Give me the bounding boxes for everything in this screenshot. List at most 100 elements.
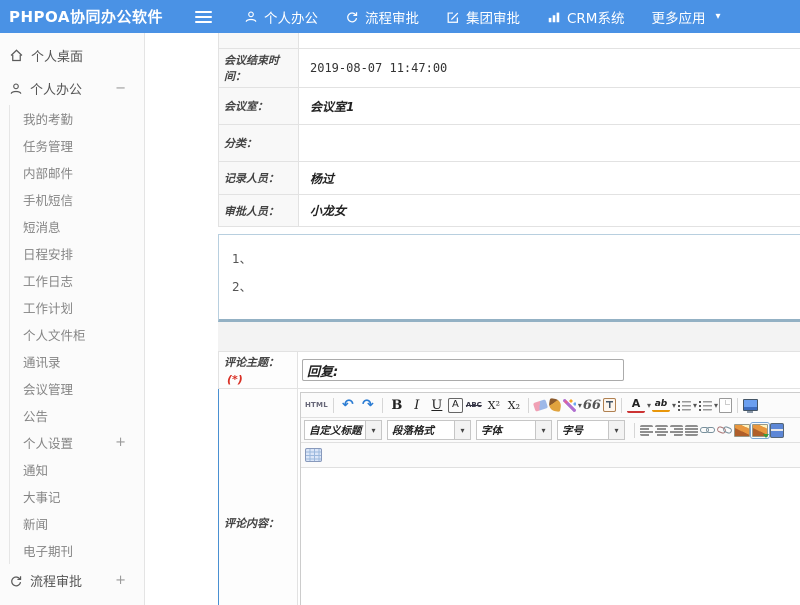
highlight-color-icon[interactable]: ab [652,398,670,412]
chevron-down-icon[interactable]: ▾ [714,401,718,410]
italic-icon[interactable]: I [408,396,426,414]
sidebar-item-label: 工作计划 [23,298,73,317]
sidebar-item-label: 短消息 [23,217,61,236]
sidebar-item-label: 内部邮件 [23,163,73,182]
cycle-icon [9,574,23,588]
comment-subject-input[interactable] [302,359,624,381]
sidebar-item-label: 手机短信 [23,190,73,209]
field-value: 2019-08-07 11:47:00 [299,49,800,87]
paragraph-format-select[interactable]: 段落格式▾ [387,420,471,440]
field-label: 分类： [219,125,299,161]
insert-table-icon[interactable] [305,448,322,462]
underline-icon[interactable]: U [428,396,446,414]
font-size-select[interactable]: 字号▾ [557,420,625,440]
image-icon[interactable] [734,424,750,437]
sidebar-item-label: 个人桌面 [31,46,83,65]
align-left-icon[interactable] [640,425,653,436]
sidebar-item-major-events[interactable]: 大事记 [10,483,144,510]
dropdown-arrow-icon[interactable]: ▾ [454,421,470,439]
unordered-list-icon[interactable] [698,400,712,411]
unlink-icon[interactable] [717,425,732,435]
field-label: 会议室： [219,88,299,124]
chevron-down-icon[interactable]: ▾ [693,401,697,410]
comment-form-table: 评论主题： (*) 评论内容： HTML↶↷BIUAABCX²X₂▾66A▾ab… [218,351,800,605]
comment-content-row: 评论内容： HTML↶↷BIUAABCX²X₂▾66A▾ab▾▾▾ 自定义标题▾… [218,389,800,605]
format-brush-icon[interactable] [548,398,562,412]
nav-group-approval[interactable]: 集团审批 [446,7,520,27]
menu-toggle-icon[interactable] [194,10,214,24]
nav-more-apps[interactable]: 更多应用▾ [651,7,720,27]
sidebar-item-internal-mail[interactable]: 内部邮件 [10,159,144,186]
sidebar-item-short-message[interactable]: 短消息 [10,213,144,240]
dropdown-arrow-icon[interactable]: ▾ [608,421,624,439]
undo-icon[interactable]: ↶ [339,396,357,414]
redo-icon[interactable]: ↷ [359,396,377,414]
nav-crm-system[interactable]: CRM系统 [547,7,624,27]
comment-content-label-cell: 评论内容： [219,389,298,605]
toolbar-separator [737,398,738,413]
paste-text-icon[interactable] [603,398,616,412]
font-color-icon[interactable]: A [627,398,645,413]
align-justify-icon[interactable] [685,425,698,436]
required-mark: (*) [227,373,243,386]
sidebar-item-announcement[interactable]: 公告 [10,402,144,429]
dropdown-arrow-icon[interactable]: ▾ [535,421,551,439]
bold-icon[interactable]: B [388,396,406,414]
nav-personal-office[interactable]: 个人办公 [244,7,318,27]
media-icon[interactable] [770,423,784,438]
expand-icon[interactable]: + [115,435,126,450]
sidebar-item-personal-office[interactable]: 个人办公− [0,72,144,105]
eraser-icon[interactable] [533,399,548,412]
insert-image-icon[interactable] [752,424,768,437]
sidebar-item-work-plan[interactable]: 工作计划 [10,294,144,321]
expand-icon[interactable]: + [115,573,126,588]
toolbar-separator [382,398,383,413]
sidebar-item-personal-files[interactable]: 个人文件柜 [10,321,144,348]
editor-content-area[interactable] [301,468,800,605]
sidebar-item-workflow-approval[interactable]: 流程审批+ [0,564,144,597]
sidebar-item-schedule[interactable]: 日程安排 [10,240,144,267]
sidebar-item-mobile-sms[interactable]: 手机短信 [10,186,144,213]
collapse-icon[interactable]: − [115,81,126,96]
chevron-down-icon[interactable]: ▾ [647,401,651,410]
html-source-icon[interactable]: HTML [305,396,328,414]
sidebar-item-my-attendance[interactable]: 我的考勤 [10,105,144,132]
custom-title-select[interactable]: 自定义标题▾ [304,420,382,440]
superscript-icon[interactable]: X² [485,396,503,414]
editor-toolbar-row-2: 自定义标题▾段落格式▾字体▾字号▾ [301,418,800,443]
font-border-icon[interactable]: A [448,398,463,413]
sidebar-item-personal-desktop[interactable]: 个人桌面 [0,39,144,72]
toolbar-separator [621,398,622,413]
sidebar-item-work-diary[interactable]: 工作日志 [10,267,144,294]
autotypeset-icon[interactable] [563,399,576,412]
subscript-icon[interactable]: X₂ [505,396,523,414]
preview-icon[interactable] [743,399,758,411]
chevron-down-icon[interactable]: ▾ [672,401,676,410]
meeting-detail-table: 会议结束时间：2019-08-07 11:47:00会议室：会议室1分类：记录人… [218,33,800,227]
user-icon [244,10,258,24]
chevron-down-icon[interactable]: ▾ [578,401,582,410]
sidebar-item-e-journal[interactable]: 电子期刊 [10,537,144,564]
font-family-select[interactable]: 字体▾ [476,420,552,440]
nav-item-label: 个人办公 [264,7,318,27]
link-icon[interactable] [700,425,715,435]
strikethrough-icon[interactable]: ABC [465,396,483,414]
meeting-content-line: 1、 [219,245,800,273]
nav-workflow-approval[interactable]: 流程审批 [345,7,419,27]
ordered-list-icon[interactable] [677,400,691,411]
sidebar-item-news[interactable]: 新闻 [10,510,144,537]
sidebar-item-contacts[interactable]: 通讯录 [10,348,144,375]
align-right-icon[interactable] [670,425,683,436]
sidebar-item-meeting-management[interactable]: 会议管理 [10,375,144,402]
sidebar-item-personal-settings[interactable]: 个人设置+ [10,429,144,456]
sidebar-item-task-management[interactable]: 任务管理 [10,132,144,159]
field-label: 记录人员： [219,162,299,194]
dropdown-arrow-icon[interactable]: ▾ [365,421,381,439]
blockquote-icon[interactable]: 66 [583,396,601,414]
align-center-icon[interactable] [655,425,668,436]
sidebar-navigation: 个人桌面个人办公−我的考勤任务管理内部邮件手机短信短消息日程安排工作日志工作计划… [0,33,145,605]
cycle-icon [345,10,359,24]
sidebar-item-notice[interactable]: 通知 [10,456,144,483]
new-doc-icon[interactable] [719,398,732,413]
field-value [299,33,800,48]
